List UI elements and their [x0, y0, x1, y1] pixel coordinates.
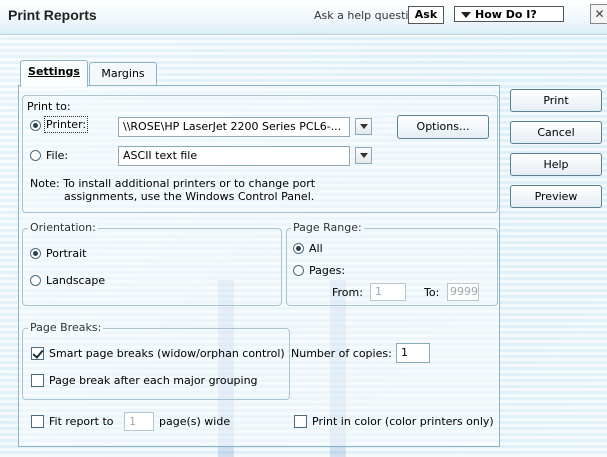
fit-pages-input[interactable]: 1	[124, 412, 154, 431]
dropdown-arrow-icon	[461, 11, 471, 18]
pages-radio[interactable]	[293, 265, 304, 276]
all-pages-radio[interactable]	[293, 243, 304, 254]
page-break-grouping-checkbox[interactable]	[31, 374, 44, 387]
print-color-checkbox[interactable]	[294, 415, 307, 428]
portrait-label: Portrait	[46, 247, 87, 260]
print-color-label: Print in color (color printers only)	[312, 415, 494, 428]
page-breaks-group	[22, 328, 290, 400]
print-button[interactable]: Print	[510, 89, 602, 112]
ask-button[interactable]: Ask	[408, 6, 444, 24]
printer-label: Printer:	[43, 116, 89, 133]
from-label: From:	[332, 286, 363, 299]
to-label: To:	[424, 286, 440, 299]
copies-label: Number of copies:	[291, 347, 392, 360]
pages-label: Pages:	[309, 264, 346, 277]
page-breaks-label: Page Breaks:	[28, 321, 104, 334]
note-line-1: Note: To install additional printers or …	[30, 177, 316, 190]
tab-margins-label: Margins	[101, 67, 145, 80]
cancel-button[interactable]: Cancel	[510, 121, 602, 144]
tab-margins[interactable]: Margins	[89, 62, 157, 85]
page-break-grouping-label: Page break after each major grouping	[49, 374, 258, 387]
print-to-label: Print to:	[27, 100, 71, 113]
close-icon[interactable]: ✕	[590, 4, 607, 24]
orientation-group	[22, 228, 282, 306]
file-radio[interactable]	[30, 150, 41, 161]
landscape-radio[interactable]	[30, 275, 41, 286]
from-input[interactable]: 1	[370, 283, 406, 301]
chevron-down-icon[interactable]	[355, 147, 372, 164]
help-button[interactable]: Help	[510, 153, 602, 176]
smart-page-breaks-label: Smart page breaks (widow/orphan control)	[49, 347, 285, 360]
printer-select[interactable]: \\ROSE\HP LaserJet 2200 Series PCL6-...	[118, 117, 350, 137]
tab-settings[interactable]: Settings	[20, 60, 88, 87]
how-do-i-button[interactable]: How Do I?	[454, 6, 564, 22]
chevron-down-icon[interactable]	[355, 118, 372, 135]
all-pages-label: All	[309, 242, 323, 255]
to-input[interactable]: 9999	[447, 283, 479, 301]
fit-report-label: Fit report to	[49, 415, 114, 428]
copies-input[interactable]: 1	[396, 343, 430, 363]
smart-page-breaks-checkbox[interactable]	[31, 347, 44, 360]
preview-button[interactable]: Preview	[510, 185, 602, 208]
tab-settings-label: Settings	[28, 65, 80, 78]
file-label: File:	[46, 149, 69, 162]
orientation-label: Orientation:	[28, 221, 98, 234]
help-question-prompt: Ask a help question	[314, 9, 423, 22]
fit-report-suffix: page(s) wide	[159, 415, 231, 428]
printer-radio[interactable]	[30, 120, 41, 131]
file-type-select[interactable]: ASCII text file	[118, 146, 350, 166]
page-range-label: Page Range:	[291, 221, 364, 234]
landscape-label: Landscape	[46, 274, 106, 287]
window-title: Print Reports	[8, 7, 97, 23]
fit-report-checkbox[interactable]	[31, 415, 44, 428]
how-do-i-label: How Do I?	[475, 8, 537, 21]
portrait-radio[interactable]	[30, 248, 41, 259]
options-button[interactable]: Options...	[397, 115, 489, 139]
note-line-2: assignments, use the Windows Control Pan…	[64, 190, 315, 203]
